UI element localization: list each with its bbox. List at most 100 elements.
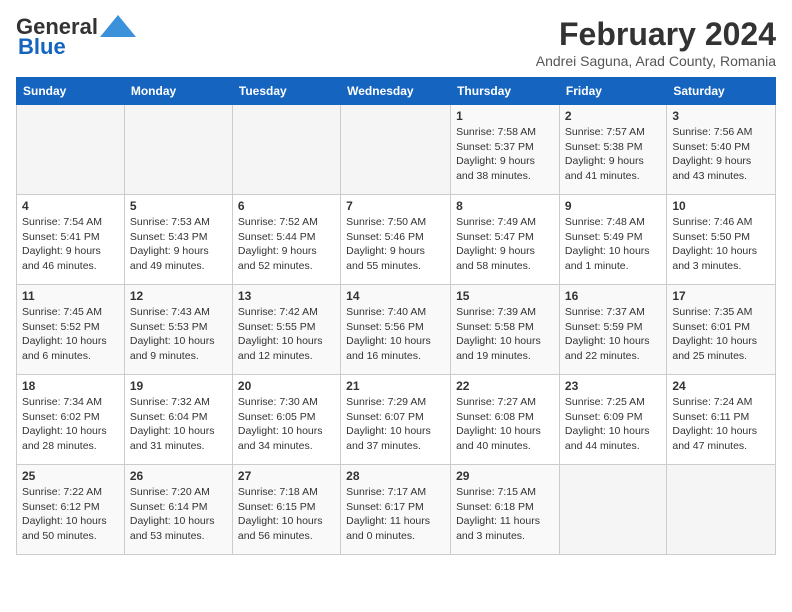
day-number: 8 [456,199,554,213]
day-cell: 20 Sunrise: 7:30 AM Sunset: 6:05 PM Dayli… [232,375,340,465]
day-number: 29 [456,469,554,483]
day-cell: 11 Sunrise: 7:45 AM Sunset: 5:52 PM Dayli… [17,285,125,375]
day-info: Sunrise: 7:37 AM Sunset: 5:59 PM Dayligh… [565,305,661,364]
day-cell: 3 Sunrise: 7:56 AM Sunset: 5:40 PM Daylig… [667,105,776,195]
day-cell: 2 Sunrise: 7:57 AM Sunset: 5:38 PM Daylig… [559,105,666,195]
day-number: 18 [22,379,119,393]
day-info: Sunrise: 7:50 AM Sunset: 5:46 PM Dayligh… [346,215,445,274]
day-info: Sunrise: 7:34 AM Sunset: 6:02 PM Dayligh… [22,395,119,454]
day-info: Sunrise: 7:45 AM Sunset: 5:52 PM Dayligh… [22,305,119,364]
day-number: 12 [130,289,227,303]
day-cell: 21 Sunrise: 7:29 AM Sunset: 6:07 PM Dayli… [341,375,451,465]
day-number: 20 [238,379,335,393]
day-info: Sunrise: 7:39 AM Sunset: 5:58 PM Dayligh… [456,305,554,364]
day-info: Sunrise: 7:54 AM Sunset: 5:41 PM Dayligh… [22,215,119,274]
day-number: 4 [22,199,119,213]
day-info: Sunrise: 7:20 AM Sunset: 6:14 PM Dayligh… [130,485,227,544]
day-info: Sunrise: 7:46 AM Sunset: 5:50 PM Dayligh… [672,215,770,274]
day-cell [559,465,666,555]
day-info: Sunrise: 7:43 AM Sunset: 5:53 PM Dayligh… [130,305,227,364]
column-header-monday: Monday [124,78,232,105]
day-cell: 16 Sunrise: 7:37 AM Sunset: 5:59 PM Dayli… [559,285,666,375]
column-header-saturday: Saturday [667,78,776,105]
day-number: 10 [672,199,770,213]
day-number: 5 [130,199,227,213]
column-header-sunday: Sunday [17,78,125,105]
day-number: 2 [565,109,661,123]
day-cell: 22 Sunrise: 7:27 AM Sunset: 6:08 PM Dayli… [451,375,560,465]
day-info: Sunrise: 7:48 AM Sunset: 5:49 PM Dayligh… [565,215,661,274]
day-number: 17 [672,289,770,303]
month-title: February 2024 [536,16,776,53]
week-row-5: 25Sunrise: 7:22 AM Sunset: 6:12 PM Dayli… [17,465,776,555]
day-info: Sunrise: 7:42 AM Sunset: 5:55 PM Dayligh… [238,305,335,364]
day-number: 27 [238,469,335,483]
week-row-3: 11 Sunrise: 7:45 AM Sunset: 5:52 PM Dayli… [17,285,776,375]
day-info: Sunrise: 7:24 AM Sunset: 6:11 PM Dayligh… [672,395,770,454]
column-header-tuesday: Tuesday [232,78,340,105]
day-number: 11 [22,289,119,303]
day-info: Sunrise: 7:29 AM Sunset: 6:07 PM Dayligh… [346,395,445,454]
day-cell: 12 Sunrise: 7:43 AM Sunset: 5:53 PM Dayli… [124,285,232,375]
day-cell: 17 Sunrise: 7:35 AM Sunset: 6:01 PM Dayli… [667,285,776,375]
day-cell [232,105,340,195]
day-number: 13 [238,289,335,303]
day-info: Sunrise: 7:27 AM Sunset: 6:08 PM Dayligh… [456,395,554,454]
day-info: Sunrise: 7:17 AM Sunset: 6:17 PM Dayligh… [346,485,445,544]
day-number: 23 [565,379,661,393]
day-number: 15 [456,289,554,303]
day-number: 22 [456,379,554,393]
day-cell: 6Sunrise: 7:52 AM Sunset: 5:44 PM Daylig… [232,195,340,285]
day-cell [124,105,232,195]
day-info: Sunrise: 7:57 AM Sunset: 5:38 PM Dayligh… [565,125,661,184]
calendar-body: 1 Sunrise: 7:58 AM Sunset: 5:37 PM Daylig… [17,105,776,555]
day-number: 9 [565,199,661,213]
day-cell: 24 Sunrise: 7:24 AM Sunset: 6:11 PM Dayli… [667,375,776,465]
day-cell: 25Sunrise: 7:22 AM Sunset: 6:12 PM Dayli… [17,465,125,555]
day-info: Sunrise: 7:58 AM Sunset: 5:37 PM Dayligh… [456,125,554,184]
day-info: Sunrise: 7:32 AM Sunset: 6:04 PM Dayligh… [130,395,227,454]
day-info: Sunrise: 7:30 AM Sunset: 6:05 PM Dayligh… [238,395,335,454]
day-cell: 29 Sunrise: 7:15 AM Sunset: 6:18 PM Dayli… [451,465,560,555]
day-info: Sunrise: 7:52 AM Sunset: 5:44 PM Dayligh… [238,215,335,274]
day-cell: 1 Sunrise: 7:58 AM Sunset: 5:37 PM Daylig… [451,105,560,195]
day-info: Sunrise: 7:25 AM Sunset: 6:09 PM Dayligh… [565,395,661,454]
day-cell [341,105,451,195]
day-number: 24 [672,379,770,393]
day-info: Sunrise: 7:53 AM Sunset: 5:43 PM Dayligh… [130,215,227,274]
logo: General Blue [16,16,136,60]
title-area: February 2024 Andrei Saguna, Arad County… [536,16,776,69]
day-number: 25 [22,469,119,483]
column-header-friday: Friday [559,78,666,105]
day-cell: 26 Sunrise: 7:20 AM Sunset: 6:14 PM Dayli… [124,465,232,555]
column-header-thursday: Thursday [451,78,560,105]
day-cell: 15 Sunrise: 7:39 AM Sunset: 5:58 PM Dayli… [451,285,560,375]
day-number: 3 [672,109,770,123]
day-info: Sunrise: 7:18 AM Sunset: 6:15 PM Dayligh… [238,485,335,544]
week-row-1: 1 Sunrise: 7:58 AM Sunset: 5:37 PM Daylig… [17,105,776,195]
logo-icon [100,15,136,37]
subtitle: Andrei Saguna, Arad County, Romania [536,53,776,69]
day-number: 1 [456,109,554,123]
day-cell: 13 Sunrise: 7:42 AM Sunset: 5:55 PM Dayli… [232,285,340,375]
day-info: Sunrise: 7:15 AM Sunset: 6:18 PM Dayligh… [456,485,554,544]
day-number: 16 [565,289,661,303]
day-cell: 4 Sunrise: 7:54 AM Sunset: 5:41 PM Daylig… [17,195,125,285]
calendar-header: SundayMondayTuesdayWednesdayThursdayFrid… [17,78,776,105]
day-cell: 7Sunrise: 7:50 AM Sunset: 5:46 PM Daylig… [341,195,451,285]
day-info: Sunrise: 7:49 AM Sunset: 5:47 PM Dayligh… [456,215,554,274]
calendar: SundayMondayTuesdayWednesdayThursdayFrid… [16,77,776,555]
day-number: 26 [130,469,227,483]
day-number: 21 [346,379,445,393]
day-cell: 23 Sunrise: 7:25 AM Sunset: 6:09 PM Dayli… [559,375,666,465]
day-cell: 9 Sunrise: 7:48 AM Sunset: 5:49 PM Daylig… [559,195,666,285]
day-info: Sunrise: 7:35 AM Sunset: 6:01 PM Dayligh… [672,305,770,364]
day-number: 19 [130,379,227,393]
day-cell: 5 Sunrise: 7:53 AM Sunset: 5:43 PM Daylig… [124,195,232,285]
day-number: 28 [346,469,445,483]
week-row-4: 18 Sunrise: 7:34 AM Sunset: 6:02 PM Dayli… [17,375,776,465]
day-cell: 14 Sunrise: 7:40 AM Sunset: 5:56 PM Dayli… [341,285,451,375]
day-number: 14 [346,289,445,303]
day-info: Sunrise: 7:56 AM Sunset: 5:40 PM Dayligh… [672,125,770,184]
day-info: Sunrise: 7:40 AM Sunset: 5:56 PM Dayligh… [346,305,445,364]
